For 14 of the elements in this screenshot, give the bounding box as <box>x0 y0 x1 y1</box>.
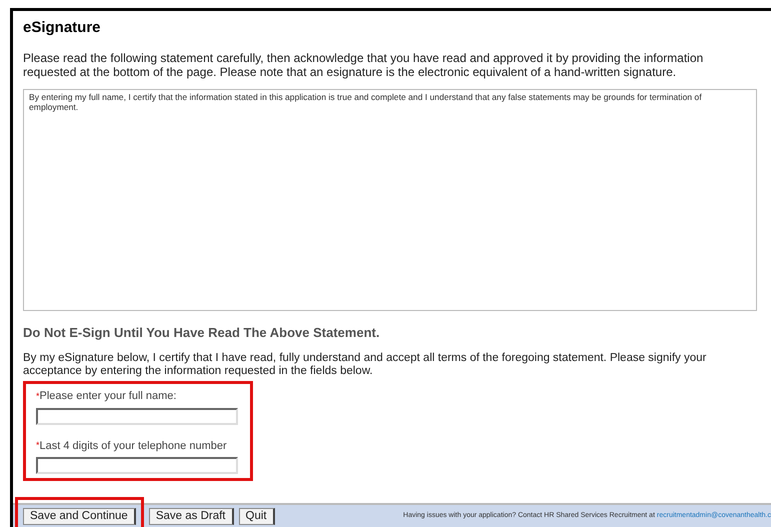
field-label: Please enter your full name: <box>40 389 176 404</box>
action-button[interactable]: Save and Continue <box>23 508 136 525</box>
required-mark: * <box>36 390 40 402</box>
statement-box: By entering my full name, I certify that the information stated in this application is true and complete and I understand that any false statements may be grounds for termination of employment. <box>23 88 757 310</box>
action-button[interactable]: Save as Draft <box>148 508 234 525</box>
input-field[interactable] <box>36 457 238 474</box>
field-label: Last 4 digits of your telephone number <box>40 438 227 454</box>
intro-text: Please read the following statement carefully, then acknowledge that you have read and approved it by providing the information requested at the bottom of the page. Please note that an esignature is the electronic equivalent of a hand-written signature. <box>23 50 704 78</box>
certify-text: By my eSignature below, I certify that I have read, fully understand and accept all terms of the foregoing statement. Please signify your acceptance by entering the information requested in the fields below. <box>23 352 708 378</box>
action-button[interactable]: Quit <box>238 508 275 525</box>
input-field[interactable] <box>36 408 238 424</box>
page-title: eSignature <box>23 18 102 38</box>
warning-heading: Do Not E-Sign Until You Have Read The Above Statement. <box>23 324 381 342</box>
required-mark: * <box>36 439 40 452</box>
